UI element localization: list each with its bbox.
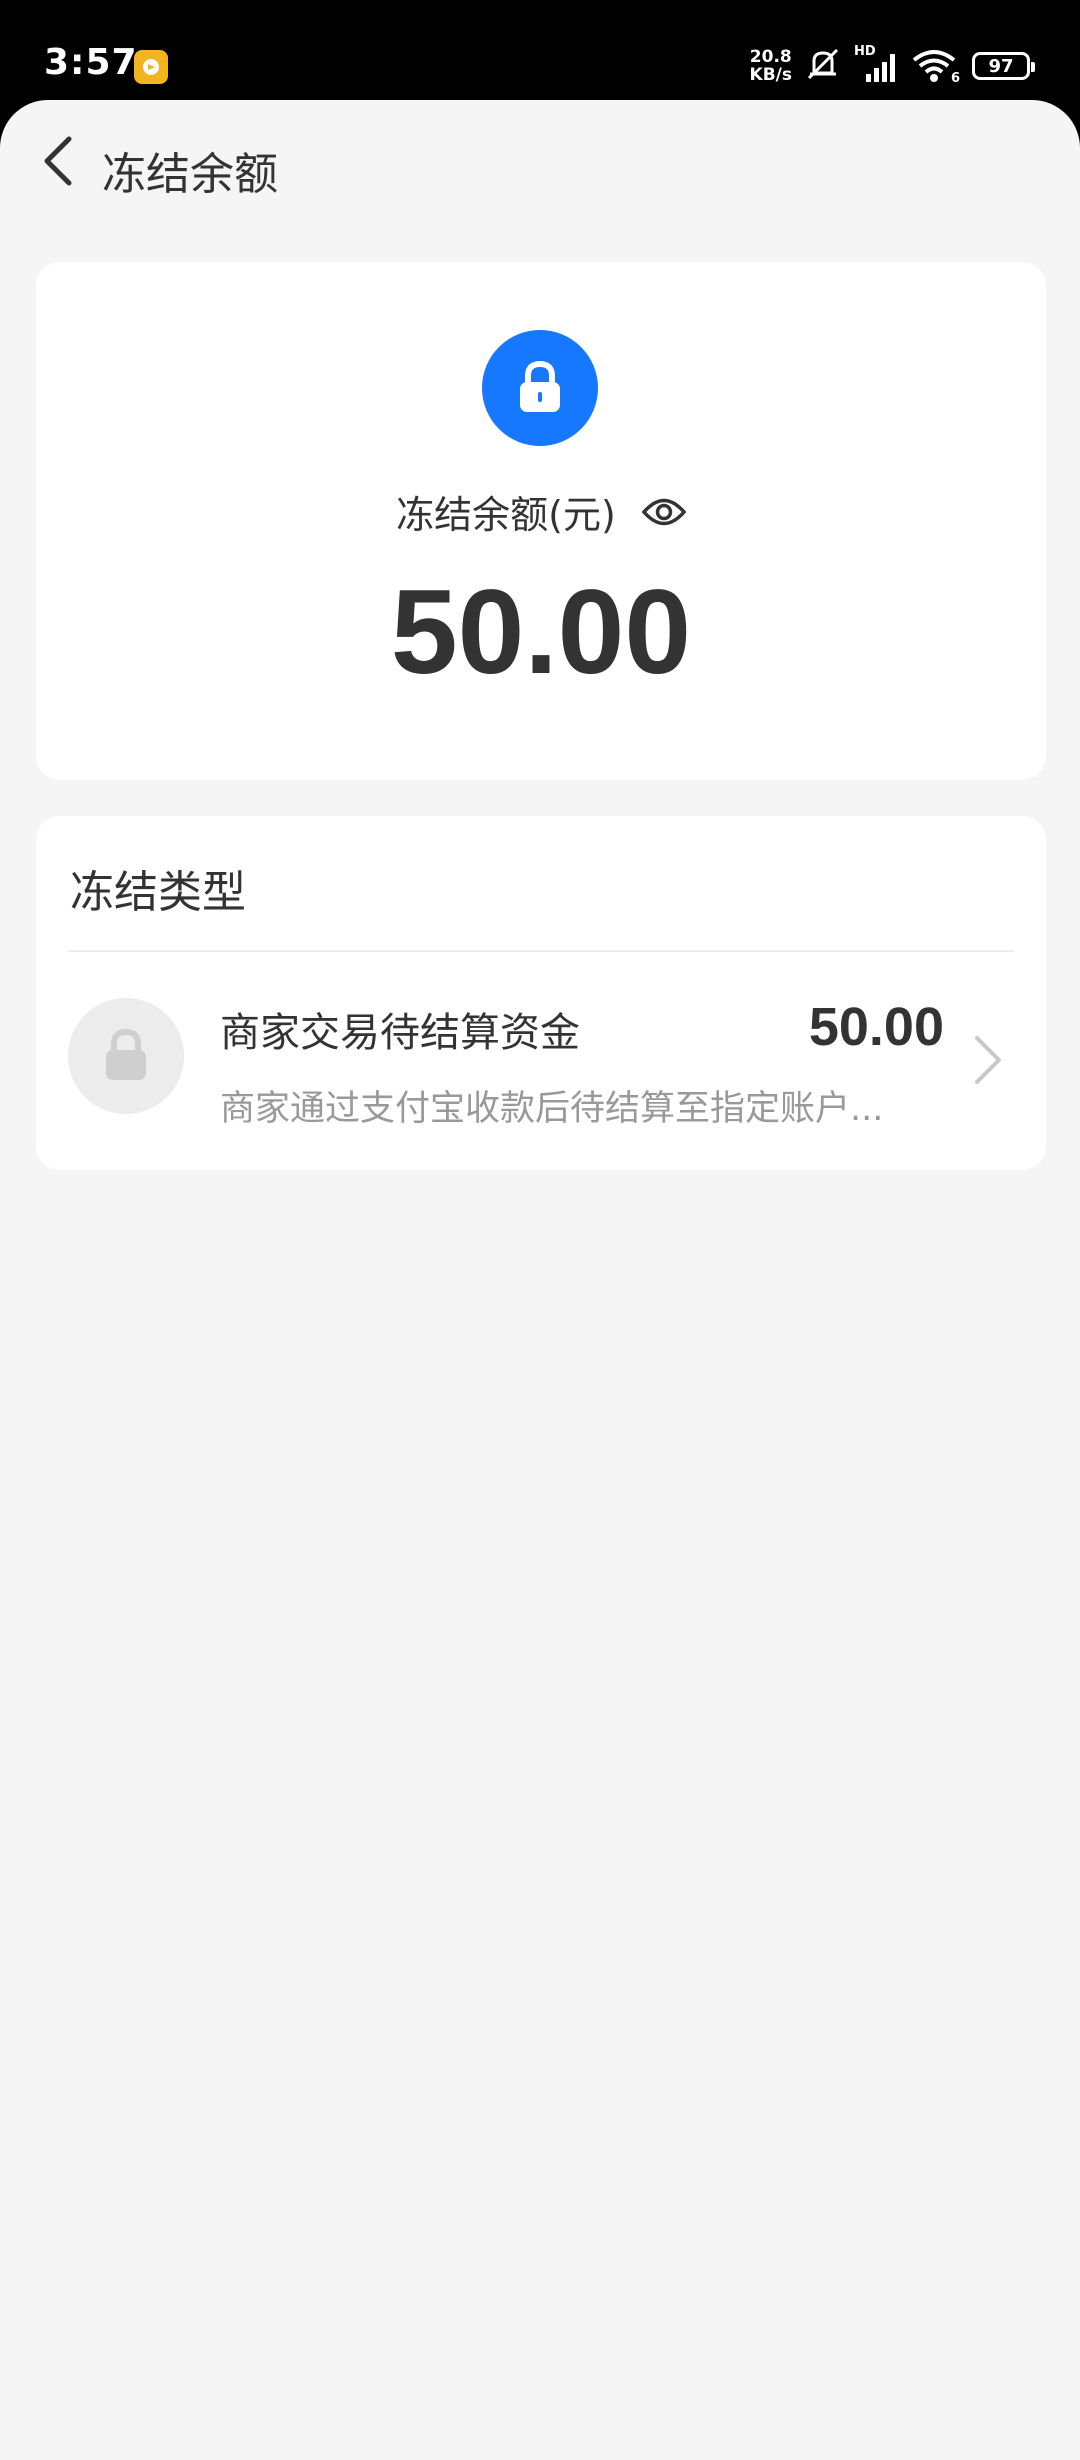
status-time: 3:57 — [44, 42, 138, 83]
eye-toggle-button[interactable] — [641, 490, 686, 534]
item-title: 商家交易待结算资金 — [220, 1010, 580, 1056]
freeze-type-card: 冻结类型 商家交易待结算资金 50.00 商家通过支付宝收款后待结算至指定账户.… — [36, 816, 1046, 1170]
item-amount: 50.00 — [808, 997, 944, 1057]
network-speed: 20.8 KB/s — [749, 47, 792, 85]
lock-icon — [482, 330, 598, 446]
list-item[interactable]: 商家交易待结算资金 50.00 商家通过支付宝收款后待结算至指定账户... — [36, 952, 1046, 1170]
status-bar: 3:57 20.8 KB/s HD 6 97 — [0, 0, 1080, 100]
back-button[interactable] — [22, 124, 96, 198]
nav-bar: 冻结余额 — [0, 100, 1080, 226]
app-notification-icon — [134, 50, 168, 84]
balance-amount: 50.00 — [390, 565, 692, 699]
wifi-icon: 6 — [912, 48, 960, 86]
mute-icon — [804, 47, 842, 85]
battery-indicator: 97 — [972, 52, 1035, 80]
page-title: 冻结余额 — [102, 149, 278, 200]
chevron-left-icon — [44, 136, 72, 186]
lock-icon — [68, 998, 184, 1114]
balance-label: 冻结余额(元) — [396, 493, 616, 537]
signal-icon: HD — [854, 44, 900, 84]
item-description: 商家通过支付宝收款后待结算至指定账户... — [220, 1089, 884, 1129]
section-title: 冻结类型 — [70, 867, 246, 918]
chevron-right-icon — [968, 1032, 1008, 1088]
eye-icon — [641, 498, 686, 525]
app-screen: 冻结余额 冻结余额(元) 50.00 冻结类型 商家交易待结算资金 50.00 … — [0, 100, 1080, 2460]
balance-card: 冻结余额(元) 50.00 — [36, 262, 1046, 780]
